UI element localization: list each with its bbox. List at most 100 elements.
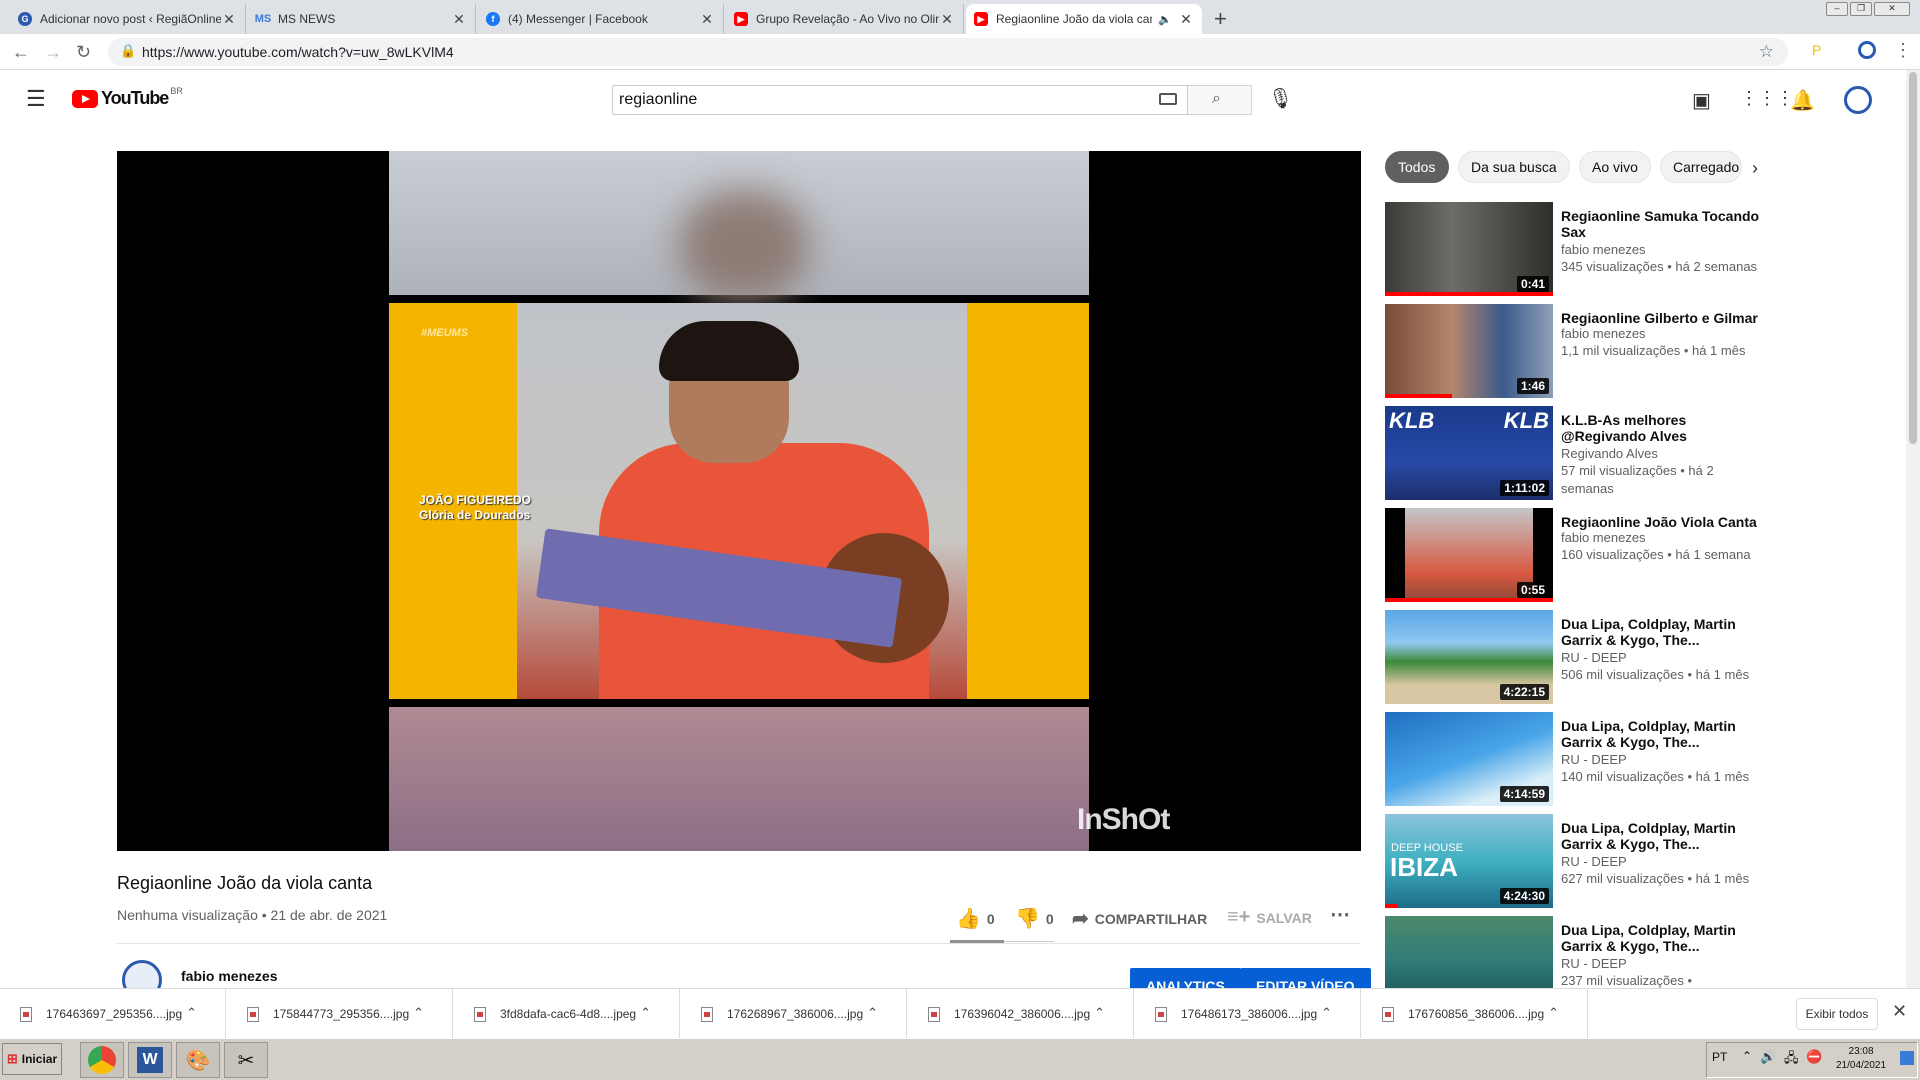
chevron-up-icon[interactable]: ⌃ <box>867 1005 878 1021</box>
keyboard-icon[interactable] <box>1159 93 1177 105</box>
related-channel[interactable]: fabio menezes <box>1561 326 1646 341</box>
lock-icon[interactable]: 🔒 <box>120 43 136 59</box>
close-window-button[interactable]: ✕ <box>1874 2 1910 16</box>
video-thumbnail[interactable] <box>1385 916 1553 988</box>
related-channel[interactable]: RU - DEEP <box>1561 752 1627 767</box>
video-thumbnail[interactable]: 1:46 <box>1385 304 1553 398</box>
youtube-logo[interactable]: YouTube BR <box>72 86 183 109</box>
related-video[interactable]: 4:14:59 Dua Lipa, Coldplay, Martin Garri… <box>1385 712 1765 808</box>
browser-tab-4[interactable]: ▶ Regiaonline João da viola canta 🔈 ✕ <box>966 4 1202 34</box>
related-channel[interactable]: fabio menezes <box>1561 242 1646 257</box>
apps-grid-icon[interactable]: ⋮⋮⋮ <box>1740 88 1794 109</box>
download-item[interactable]: 175844773_295356....jpg ⌃ <box>227 989 453 1039</box>
taskbar-paint[interactable]: 🎨 <box>176 1042 220 1078</box>
back-arrow-icon[interactable]: ← <box>12 42 30 63</box>
audio-playing-icon[interactable]: 🔈 <box>1158 13 1172 26</box>
more-actions-button[interactable]: ⋯ <box>1330 902 1350 927</box>
related-video[interactable]: KLB KLB 1:11:02 K.L.B-As melhores @Regiv… <box>1385 406 1765 502</box>
share-button[interactable]: ➦ COMPARTILHAR <box>1072 906 1207 931</box>
related-title[interactable]: Regiaonline Gilberto e Gilmar <box>1561 310 1765 326</box>
download-item[interactable]: 176486173_386006....jpg ⌃ <box>1135 989 1361 1039</box>
download-item[interactable]: 176760856_386006....jpg ⌃ <box>1362 989 1588 1039</box>
download-item[interactable]: 3fd8dafa-cac6-4d8....jpeg ⌃ <box>454 989 680 1039</box>
video-thumbnail[interactable]: KLB KLB 1:11:02 <box>1385 406 1553 500</box>
language-indicator[interactable]: PT <box>1712 1050 1727 1064</box>
chevron-up-icon[interactable]: ⌃ <box>186 1005 197 1021</box>
browser-tab-0[interactable]: G Adicionar novo post ‹ RegiãOnline – ✕ <box>10 4 246 34</box>
related-video[interactable]: Dua Lipa, Coldplay, Martin Garrix & Kygo… <box>1385 916 1765 988</box>
create-video-icon[interactable]: ▣ <box>1692 88 1711 113</box>
search-button[interactable]: ⌕ <box>1188 85 1252 115</box>
reload-icon[interactable]: ↻ <box>76 42 91 63</box>
browser-tab-3[interactable]: ▶ Grupo Revelação - Ao Vivo no Olimp ✕ <box>726 4 964 34</box>
forward-arrow-icon[interactable]: → <box>44 42 62 63</box>
chip-from-search[interactable]: Da sua busca <box>1458 151 1570 183</box>
chevron-up-icon[interactable]: ⌃ <box>640 1005 651 1021</box>
related-video[interactable]: 0:55 Regiaonline João Viola Canta fabio … <box>1385 508 1765 604</box>
video-thumbnail[interactable]: 0:41 <box>1385 202 1553 296</box>
hamburger-menu-icon[interactable]: ☰ <box>26 86 46 112</box>
video-thumbnail[interactable]: 4:14:59 <box>1385 712 1553 806</box>
related-title[interactable]: K.L.B-As melhores @Regivando Alves <box>1561 412 1765 444</box>
taskbar-word[interactable]: W <box>128 1042 172 1078</box>
show-all-downloads-button[interactable]: Exibir todos <box>1796 998 1878 1030</box>
related-video[interactable]: DEEP HOUSE IBIZA 4:24:30 Dua Lipa, Coldp… <box>1385 814 1765 910</box>
taskbar-screenshot-tool[interactable]: ✂ <box>224 1042 268 1078</box>
system-clock[interactable]: 23:08 21/04/2021 <box>1836 1045 1886 1073</box>
profile-avatar[interactable] <box>1858 41 1876 59</box>
close-tab-icon[interactable]: ✕ <box>1178 11 1194 28</box>
new-tab-button[interactable]: + <box>1214 6 1227 32</box>
close-tab-icon[interactable]: ✕ <box>451 11 467 28</box>
download-item[interactable]: 176463697_295356....jpg ⌃ <box>0 989 226 1039</box>
minimize-window-button[interactable]: – <box>1826 2 1848 16</box>
page-scrollbar[interactable] <box>1906 70 1920 988</box>
related-title[interactable]: Dua Lipa, Coldplay, Martin Garrix & Kygo… <box>1561 922 1765 954</box>
restore-window-button[interactable]: ❐ <box>1850 2 1872 16</box>
like-button[interactable]: 👍 0 <box>956 906 995 931</box>
related-video[interactable]: 4:22:15 Dua Lipa, Coldplay, Martin Garri… <box>1385 610 1765 706</box>
video-thumbnail[interactable]: DEEP HOUSE IBIZA 4:24:30 <box>1385 814 1553 908</box>
search-query[interactable]: regiaonline <box>619 91 697 109</box>
start-button[interactable]: ⊞ Iniciar <box>2 1043 62 1075</box>
save-button[interactable]: ≡+ SALVAR <box>1227 906 1312 929</box>
browser-tab-2[interactable]: f (4) Messenger | Facebook ✕ <box>478 4 724 34</box>
close-tab-icon[interactable]: ✕ <box>699 11 715 28</box>
scrollbar-thumb[interactable] <box>1909 72 1917 444</box>
related-channel[interactable]: fabio menezes <box>1561 530 1646 545</box>
related-title[interactable]: Regiaonline Samuka Tocando Sax <box>1561 208 1765 240</box>
related-channel[interactable]: RU - DEEP <box>1561 650 1627 665</box>
taskbar-chrome[interactable] <box>80 1042 124 1078</box>
close-tab-icon[interactable]: ✕ <box>221 11 237 28</box>
video-player[interactable]: #MEUMS JOÃO FIGUEIREDO Glória de Dourado… <box>117 151 1361 851</box>
video-thumbnail[interactable]: 4:22:15 <box>1385 610 1553 704</box>
chevron-up-icon[interactable]: ⌃ <box>413 1005 424 1021</box>
chevron-right-icon[interactable]: › <box>1752 158 1758 179</box>
account-avatar[interactable] <box>1844 86 1872 114</box>
related-title[interactable]: Dua Lipa, Coldplay, Martin Garrix & Kygo… <box>1561 718 1765 750</box>
related-channel[interactable]: Regivando Alves <box>1561 446 1658 461</box>
show-desktop-icon[interactable] <box>1900 1051 1914 1065</box>
channel-name[interactable]: fabio menezes <box>181 968 277 984</box>
related-title[interactable]: Dua Lipa, Coldplay, Martin Garrix & Kygo… <box>1561 820 1765 852</box>
search-input[interactable]: regiaonline <box>612 85 1188 115</box>
related-channel[interactable]: RU - DEEP <box>1561 956 1627 971</box>
related-title[interactable]: Regiaonline João Viola Canta <box>1561 514 1765 530</box>
network-icon[interactable]: 🖧 <box>1784 1049 1799 1071</box>
chip-all[interactable]: Todos <box>1385 151 1449 183</box>
dislike-button[interactable]: 👎 0 <box>1015 906 1054 931</box>
chevron-up-icon[interactable]: ⌃ <box>1548 1005 1559 1021</box>
download-item[interactable]: 176396042_386006....jpg ⌃ <box>908 989 1134 1039</box>
address-bar[interactable]: 🔒 https://www.youtube.com/watch?v=uw_8wL… <box>108 38 1788 66</box>
url-text[interactable]: https://www.youtube.com/watch?v=uw_8wLKV… <box>142 44 454 60</box>
browser-tab-1[interactable]: MS MS NEWS ✕ <box>248 4 476 34</box>
tray-expand-icon[interactable]: ⌃ <box>1742 1049 1752 1063</box>
chevron-up-icon[interactable]: ⌃ <box>1094 1005 1105 1021</box>
download-item[interactable]: 176268967_386006....jpg ⌃ <box>681 989 907 1039</box>
related-video[interactable]: 0:41 Regiaonline Samuka Tocando Sax fabi… <box>1385 202 1765 298</box>
related-channel[interactable]: RU - DEEP <box>1561 854 1627 869</box>
notifications-bell-icon[interactable]: 🔔 <box>1790 88 1815 113</box>
close-downloads-icon[interactable]: ✕ <box>1892 1001 1907 1022</box>
close-tab-icon[interactable]: ✕ <box>939 11 955 28</box>
bookmark-star-icon[interactable]: ☆ <box>1759 42 1774 62</box>
related-video[interactable]: 1:46 Regiaonline Gilberto e Gilmar fabio… <box>1385 304 1765 400</box>
